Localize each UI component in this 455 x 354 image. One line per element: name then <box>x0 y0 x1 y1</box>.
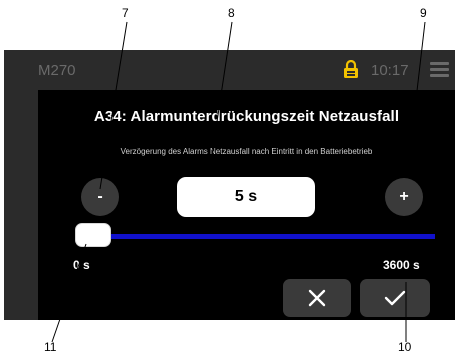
callout-8: 8 <box>228 6 235 20</box>
close-icon <box>308 289 326 307</box>
dialog-title: A34: Alarmunterdrückungszeit Netzausfall <box>93 108 400 125</box>
value-display[interactable]: 5 s <box>177 177 315 217</box>
slider-max-label: 3600 s <box>383 258 420 272</box>
callout-11: 11 <box>44 340 57 354</box>
callout-7: 7 <box>122 6 129 20</box>
increment-button[interactable]: + <box>385 178 423 216</box>
status-bar: M270 10:17 <box>4 50 455 90</box>
slider-track[interactable] <box>102 234 435 239</box>
dialog-subtitle: Verzögerung des Alarms Netzausfall nach … <box>120 147 373 156</box>
clock: 10:17 <box>371 62 409 79</box>
confirm-button[interactable] <box>360 279 430 317</box>
callout-10: 10 <box>398 340 412 354</box>
slider-min-label: 0 s <box>73 258 90 272</box>
parameter-dialog: A34: Alarmunterdrückungszeit Netzausfall… <box>38 90 455 320</box>
hamburger-menu-icon[interactable] <box>430 62 449 78</box>
model-name: M270 <box>38 62 76 79</box>
checkmark-icon <box>384 290 406 306</box>
cancel-button[interactable] <box>283 279 351 317</box>
lock-icon[interactable] <box>343 60 359 78</box>
decrement-button[interactable]: - <box>81 178 119 216</box>
slider-thumb[interactable] <box>75 223 111 247</box>
device-screen: M270 10:17 A34: Alarmunterdrückungszeit … <box>4 50 455 320</box>
callout-9: 9 <box>420 6 427 20</box>
